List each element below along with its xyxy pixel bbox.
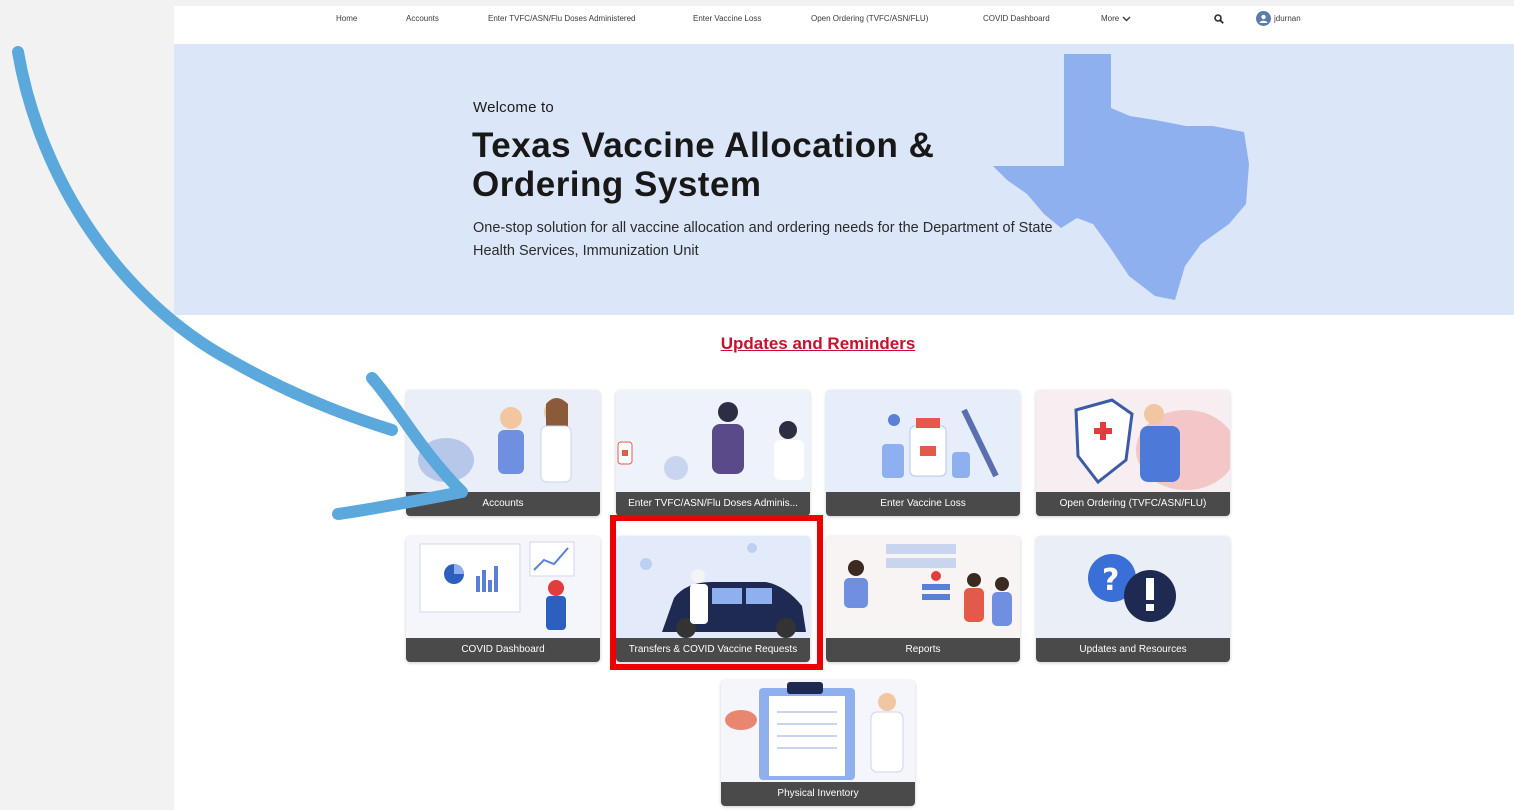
reports-illustration [826, 536, 1020, 638]
drive-through-vaccination-illustration [616, 536, 810, 638]
question-exclamation-illustration: ? [1036, 536, 1230, 638]
tile-updates-resources[interactable]: ? Updates and Resources [1036, 536, 1230, 662]
user-avatar-icon [1256, 11, 1271, 26]
hero-title-line-1: Texas Vaccine Allocation & [472, 126, 935, 165]
tile-transfers-covid-requests[interactable]: Transfers & COVID Vaccine Requests [616, 536, 810, 662]
nav-covid-dashboard[interactable]: COVID Dashboard [983, 14, 1050, 23]
hero-subtitle: One-stop solution for all vaccine alloca… [473, 217, 1113, 263]
hero-subtitle-line-2: Health Services, Immunization Unit [473, 243, 699, 259]
tile-label: Transfers & COVID Vaccine Requests [616, 638, 810, 662]
tile-label: Enter TVFC/ASN/Flu Doses Adminis... [616, 492, 810, 516]
tile-label: COVID Dashboard [406, 638, 600, 662]
tile-open-ordering[interactable]: Open Ordering (TVFC/ASN/FLU) [1036, 390, 1230, 516]
annotation-arrow-icon [12, 46, 468, 520]
vaccine-vials-illustration [826, 390, 1020, 492]
chevron-down-icon [1122, 16, 1131, 21]
nav-enter-doses[interactable]: Enter TVFC/ASN/Flu Doses Administered [488, 14, 635, 23]
vaccination-illustration [616, 390, 810, 492]
tile-label: Open Ordering (TVFC/ASN/FLU) [1036, 492, 1230, 516]
hero-subtitle-line-1: One-stop solution for all vaccine alloca… [473, 220, 1053, 236]
tile-label: Physical Inventory [721, 782, 915, 806]
tile-label: Enter Vaccine Loss [826, 492, 1020, 516]
hero-title-line-2: Ordering System [472, 165, 762, 204]
nav-more-menu[interactable]: More [1101, 14, 1131, 23]
tile-covid-dashboard[interactable]: COVID Dashboard [406, 536, 600, 662]
nav-more-label: More [1101, 14, 1120, 23]
tile-enter-vaccine-loss[interactable]: Enter Vaccine Loss [826, 390, 1020, 516]
tile-enter-doses[interactable]: Enter TVFC/ASN/Flu Doses Adminis... [616, 390, 810, 516]
user-menu[interactable]: jdurnan [1256, 11, 1301, 26]
tile-reports[interactable]: Reports [826, 536, 1020, 662]
health-shield-illustration [1036, 390, 1230, 492]
clipboard-doctor-illustration [721, 680, 915, 782]
tile-physical-inventory[interactable]: Physical Inventory [721, 680, 915, 806]
dashboard-charts-illustration [406, 536, 600, 638]
nav-enter-vaccine-loss[interactable]: Enter Vaccine Loss [693, 14, 761, 23]
tile-label: Updates and Resources [1036, 638, 1230, 662]
nav-open-ordering[interactable]: Open Ordering (TVFC/ASN/FLU) [811, 14, 928, 23]
svg-text:?: ? [1102, 563, 1119, 598]
hero-welcome-text: Welcome to [473, 99, 554, 116]
search-icon[interactable] [1214, 14, 1224, 24]
hero-title: Texas Vaccine Allocation & Ordering Syst… [472, 126, 1032, 204]
tile-label: Reports [826, 638, 1020, 662]
user-name: jdurnan [1274, 14, 1301, 23]
